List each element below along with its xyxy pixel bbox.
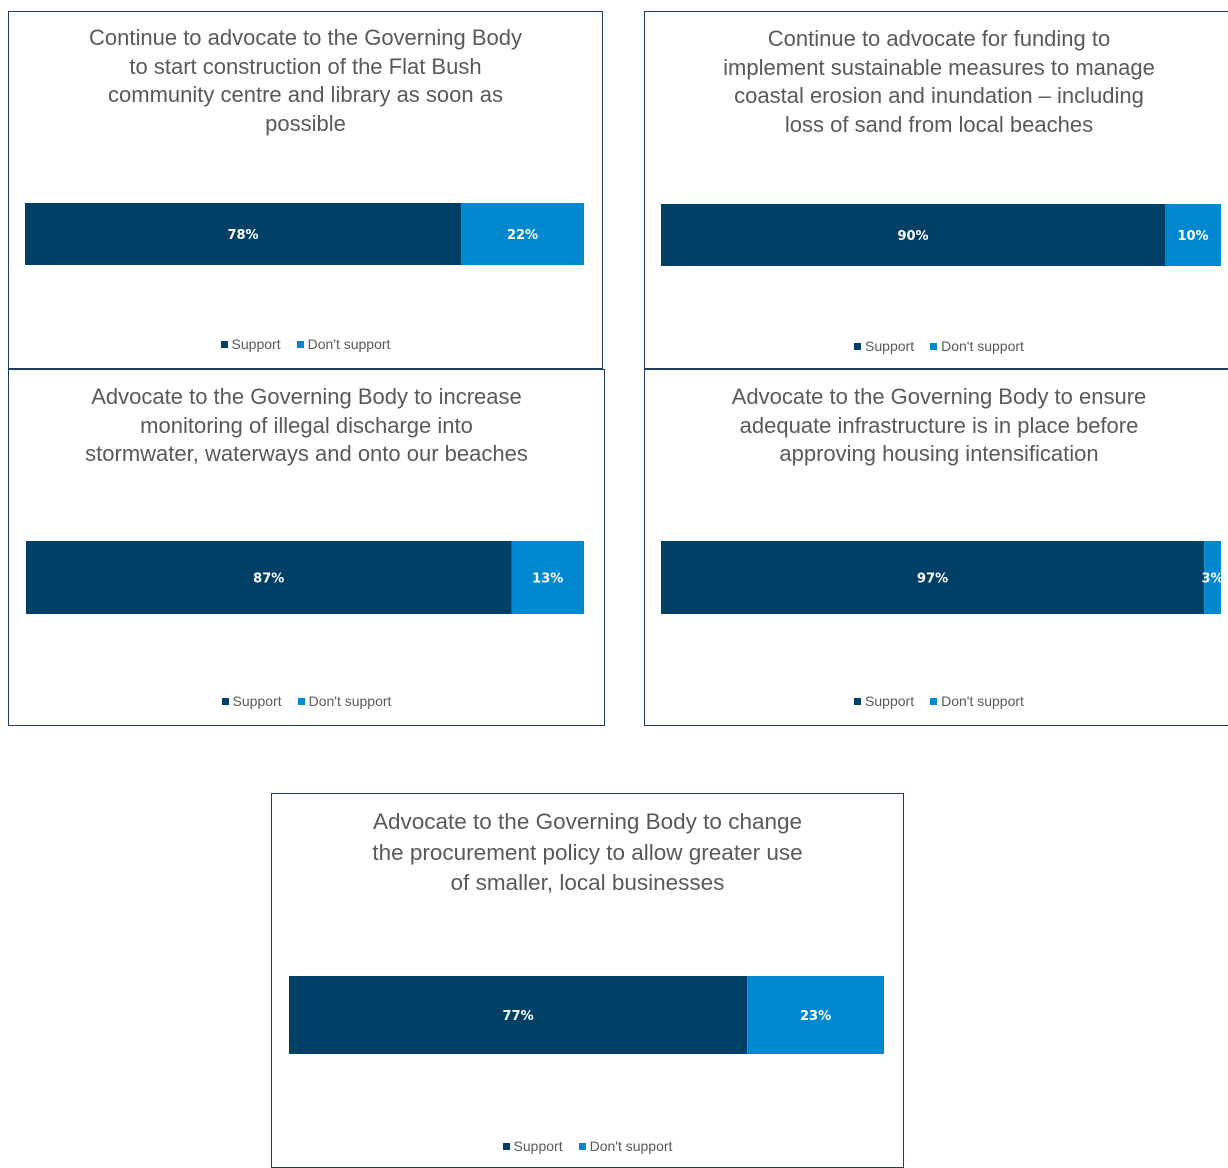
legend: Support Don't support: [272, 1138, 903, 1154]
chart-title: Advocate to the Governing Body to ensure…: [731, 384, 1147, 466]
legend-swatch-support: [221, 697, 229, 705]
legend-swatch-support: [854, 342, 862, 350]
legend-label-dont-support: Don't support: [308, 693, 392, 709]
data-label-support: 77%: [503, 1009, 534, 1024]
legend-label-dont-support: Don't support: [941, 693, 1024, 709]
chart-panel-illegal-discharge: Advocate to the Governing Body to increa…: [8, 369, 605, 726]
legend-swatch-support: [854, 697, 862, 705]
data-label-support: 78%: [227, 228, 258, 243]
legend-swatch-dont-support: [578, 1142, 586, 1150]
data-label-dont-support: 23%: [800, 1009, 831, 1024]
legend-item-support: Support: [854, 338, 914, 354]
chart-title: Continue to advocate to the Governing Bo…: [89, 25, 522, 136]
legend-label-support: Support: [865, 693, 915, 709]
stacked-bar: 90% 10%: [661, 204, 1221, 266]
data-label-support: 87%: [253, 572, 284, 587]
legend-swatch-dont-support: [930, 342, 938, 350]
chart-title: Advocate to the Governing Body to increa…: [85, 384, 528, 466]
chart-panel-infrastructure: Advocate to the Governing Body to ensure…: [644, 369, 1228, 726]
legend-item-dont-support: Don't support: [578, 1138, 673, 1154]
legend: Support Don't support: [645, 693, 1228, 709]
legend-label-dont-support: Don't support: [941, 338, 1024, 354]
legend-swatch-dont-support: [296, 340, 304, 348]
legend-label-support: Support: [232, 693, 282, 709]
legend-item-support: Support: [221, 693, 282, 709]
legend-item-support: Support: [854, 693, 914, 709]
legend-swatch-dont-support: [297, 697, 305, 705]
chart-panel-coastal-erosion: Continue to advocate for funding to impl…: [644, 11, 1228, 369]
legend-item-support: Support: [502, 1138, 563, 1154]
stacked-bar: 77% 23%: [289, 976, 884, 1054]
stacked-bar: 87% 13%: [26, 541, 584, 614]
legend-item-dont-support: Don't support: [930, 693, 1024, 709]
data-label-dont-support: 3%: [1202, 572, 1224, 587]
stacked-bar: 97% 3%: [661, 541, 1224, 614]
data-label-dont-support: 22%: [507, 228, 538, 243]
legend-label-support: Support: [231, 336, 281, 352]
legend-label-dont-support: Don't support: [589, 1138, 673, 1154]
legend: Support Don't support: [645, 338, 1228, 354]
legend-swatch-support: [502, 1142, 510, 1150]
legend-label-dont-support: Don't support: [307, 336, 391, 352]
legend: Support Don't support: [9, 693, 604, 709]
chart-panel-procurement: Advocate to the Governing Body to change…: [271, 793, 904, 1168]
data-label-support: 90%: [897, 229, 928, 244]
chart-title: Advocate to the Governing Body to change…: [372, 809, 803, 895]
stacked-bar: 78% 22%: [25, 203, 584, 265]
legend-item-support: Support: [220, 336, 281, 352]
chart-panel-flat-bush: Continue to advocate to the Governing Bo…: [8, 11, 603, 369]
legend: Support Don't support: [9, 336, 602, 352]
legend-item-dont-support: Don't support: [297, 693, 392, 709]
chart-title: Continue to advocate for funding to impl…: [723, 26, 1155, 137]
data-label-support: 97%: [917, 572, 948, 587]
data-label-dont-support: 10%: [1177, 229, 1208, 244]
legend-label-support: Support: [865, 338, 915, 354]
legend-label-support: Support: [513, 1138, 563, 1154]
data-label-dont-support: 13%: [532, 572, 563, 587]
legend-item-dont-support: Don't support: [930, 338, 1024, 354]
legend-swatch-dont-support: [930, 697, 938, 705]
legend-swatch-support: [220, 340, 228, 348]
legend-item-dont-support: Don't support: [296, 336, 391, 352]
